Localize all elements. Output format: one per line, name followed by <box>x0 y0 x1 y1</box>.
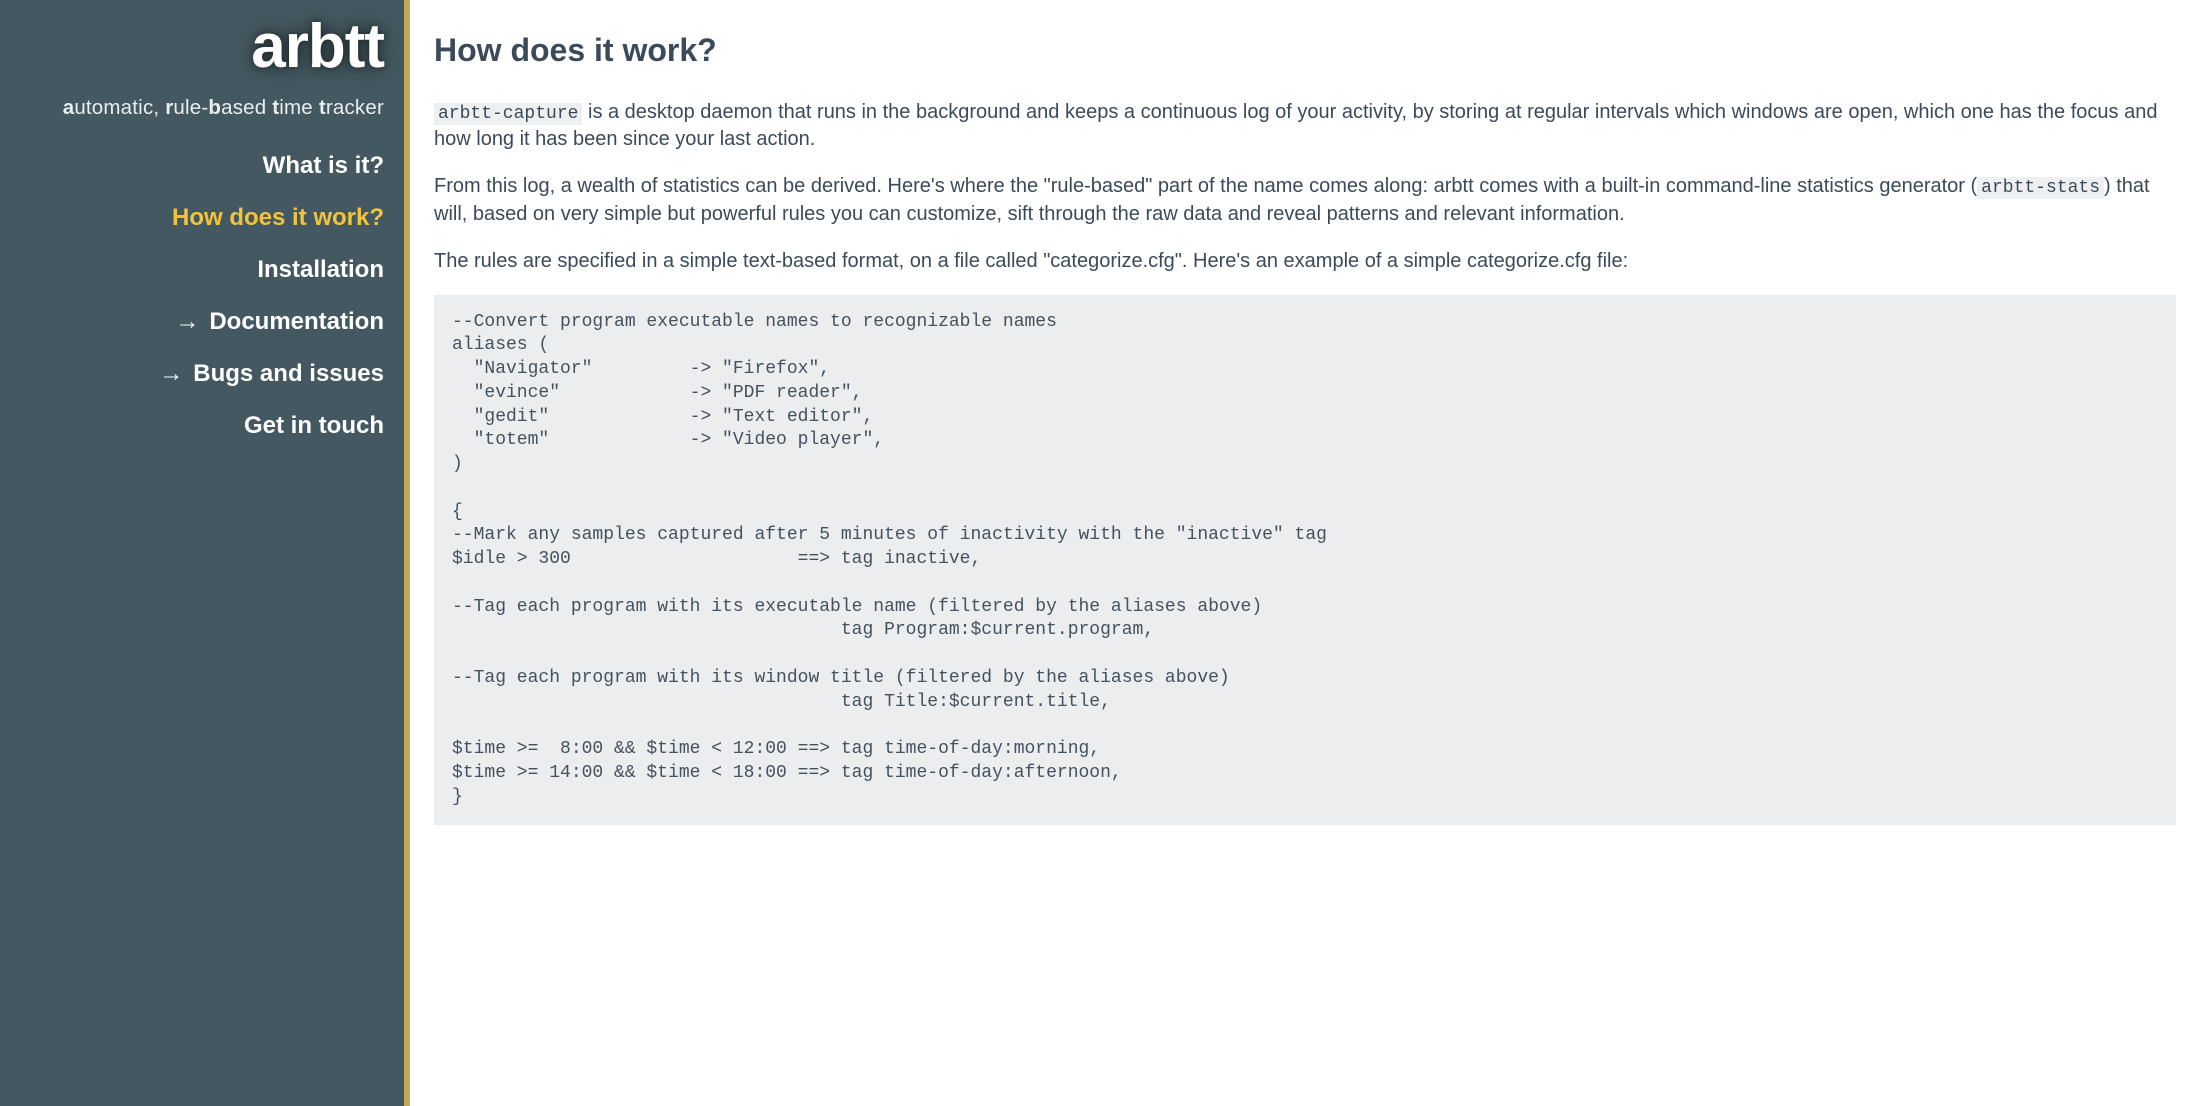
nav-label: Bugs and issues <box>193 360 384 387</box>
paragraph-1: arbtt-capture is a desktop daemon that r… <box>434 99 2176 153</box>
site-logo: arbtt <box>0 16 384 78</box>
external-link-icon: → <box>159 360 183 388</box>
nav-label: What is it? <box>263 152 384 179</box>
paragraph-1-text: is a desktop daemon that runs in the bac… <box>434 101 2157 150</box>
paragraph-2: From this log, a wealth of statistics ca… <box>434 173 2176 227</box>
paragraph-3: The rules are specified in a simple text… <box>434 248 2176 275</box>
sidebar: arbtt automatic, rule-based time tracker… <box>0 0 410 1106</box>
nav-documentation[interactable]: → Documentation <box>0 308 384 336</box>
nav-label: Installation <box>257 256 384 283</box>
page-title: How does it work? <box>434 32 2176 69</box>
external-link-icon: → <box>175 308 199 336</box>
nav-bugs-and-issues[interactable]: → Bugs and issues <box>0 360 384 388</box>
sidebar-nav: What is it? How does it work? Installati… <box>0 152 390 440</box>
nav-installation[interactable]: Installation <box>0 256 384 284</box>
nav-label: How does it work? <box>172 204 384 231</box>
code-arbtt-capture: arbtt-capture <box>434 103 582 125</box>
nav-label: Get in touch <box>244 412 384 439</box>
nav-label: Documentation <box>209 308 384 335</box>
nav-how-does-it-work[interactable]: How does it work? <box>0 204 384 232</box>
paragraph-2-before: From this log, a wealth of statistics ca… <box>434 175 1977 197</box>
site-tagline: automatic, rule-based time tracker <box>0 96 384 120</box>
nav-get-in-touch[interactable]: Get in touch <box>0 412 384 440</box>
main-content: How does it work? arbtt-capture is a des… <box>410 0 2200 1106</box>
categorize-cfg-code-block: --Convert program executable names to re… <box>434 295 2176 826</box>
nav-what-is-it[interactable]: What is it? <box>0 152 384 180</box>
code-arbtt-stats: arbtt-stats <box>1977 177 2104 199</box>
